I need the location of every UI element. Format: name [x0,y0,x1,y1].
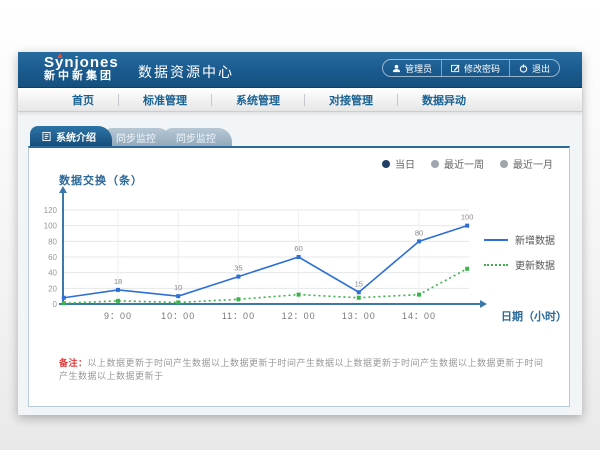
user-button[interactable]: 管理员 [383,60,441,76]
svg-text:0: 0 [53,300,58,309]
svg-text:100: 100 [461,213,474,222]
svg-text:35: 35 [234,264,242,273]
footnote: 备注：以上数据更新于时间产生数据以上数据更新于时间产生数据以上数据更新于时间产生… [59,356,553,382]
svg-text:40: 40 [48,269,57,278]
app-header: Synjones 新中新集团 数据资源中心 管理员 修改密码 退出 [18,52,582,88]
nav-item-standard-mgmt[interactable]: 标准管理 [119,92,211,108]
nav-item-interface-mgmt[interactable]: 对接管理 [305,92,397,108]
svg-text:11：00: 11：00 [222,311,255,321]
svg-text:10: 10 [174,283,182,292]
dotted-line-icon [484,264,508,266]
logo-company-name: 新中新集团 [44,71,119,83]
page-title: 数据资源中心 [138,62,234,82]
footnote-label: 备注： [59,358,88,368]
svg-text:100: 100 [44,222,58,231]
nav-item-data-change[interactable]: 数据异动 [398,92,490,108]
svg-text:15: 15 [355,279,363,288]
power-icon [519,64,528,73]
svg-text:60: 60 [48,253,57,262]
tab-bar: 系统介绍 同步监控 同步监控 [30,126,232,146]
x-axis-title: 日期（小时） [501,308,567,324]
svg-text:80: 80 [48,237,57,246]
nav-item-home[interactable]: 首页 [48,92,118,108]
document-icon [42,132,51,141]
logo-spark-icon [57,53,63,58]
legend-item-new-data[interactable]: 新增数据 [484,232,555,247]
change-password-button[interactable]: 修改密码 [441,60,509,76]
svg-text:10：00: 10：00 [161,311,195,321]
content-panel: 当日 最近一周 最近一月 数据交换（条） 0204060801001209：00… [28,146,570,407]
svg-text:14：00: 14：00 [402,311,436,321]
svg-text:9：00: 9：00 [104,311,132,321]
logo-brand: Synjones [44,54,119,71]
app-window: Synjones 新中新集团 数据资源中心 管理员 修改密码 退出 首页 标准管… [18,52,582,415]
svg-text:60: 60 [294,244,302,253]
edit-icon [451,64,460,73]
tab-system-intro[interactable]: 系统介绍 [30,126,112,146]
svg-text:12：00: 12：00 [282,311,316,321]
svg-text:13：00: 13：00 [342,311,376,321]
user-icon [392,64,401,73]
svg-text:120: 120 [44,206,58,215]
tab-sync-monitor-1[interactable]: 同步监控 [104,128,172,146]
solid-line-icon [484,239,508,241]
svg-text:18: 18 [114,277,122,286]
main-nav: 首页 标准管理 系统管理 对接管理 数据异动 [18,88,582,112]
legend-item-update-data[interactable]: 更新数据 [484,257,555,272]
nav-item-system-mgmt[interactable]: 系统管理 [212,92,304,108]
series-legend: 新增数据 更新数据 [484,232,555,272]
svg-text:20: 20 [48,284,57,293]
footnote-text: 以上数据更新于时间产生数据以上数据更新于时间产生数据以上数据更新于时间产生数据以… [59,358,544,381]
logout-button[interactable]: 退出 [509,60,559,76]
tab-sync-monitor-2[interactable]: 同步监控 [164,128,232,146]
company-logo: Synjones 新中新集团 [44,55,119,82]
header-actions: 管理员 修改密码 退出 [382,59,560,77]
svg-text:80: 80 [415,228,423,237]
